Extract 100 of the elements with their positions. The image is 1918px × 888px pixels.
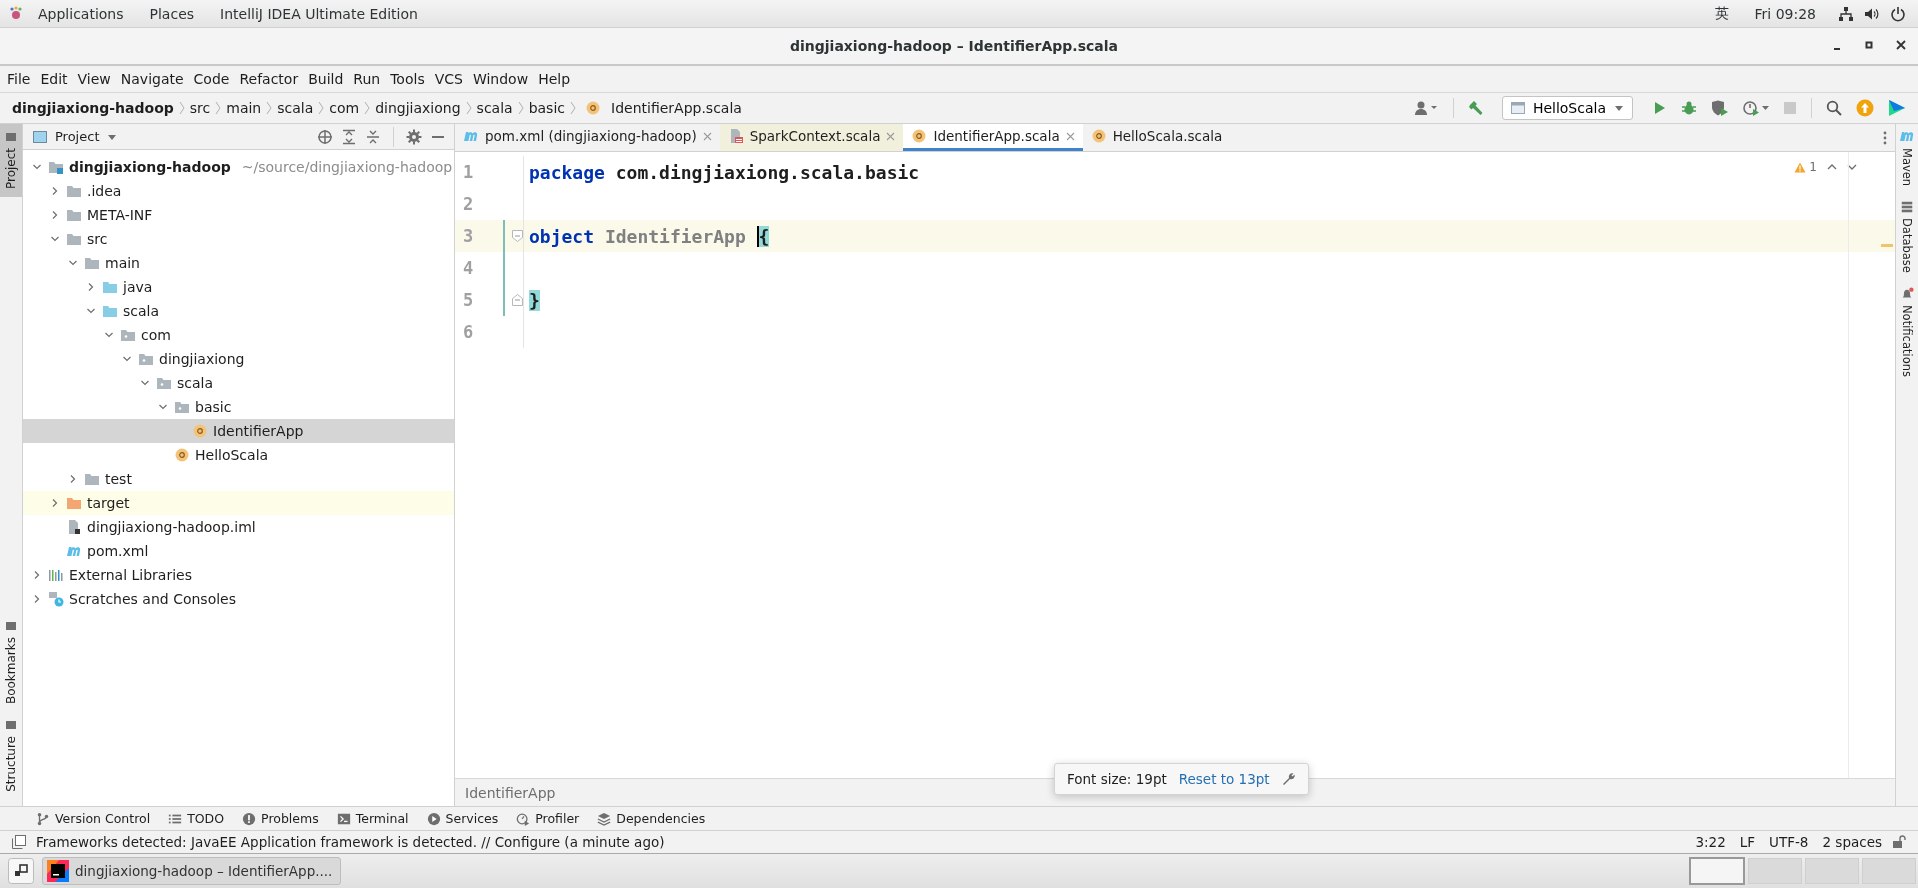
tool-window-button[interactable]: Dependencies <box>597 811 706 826</box>
power-icon[interactable] <box>1890 5 1906 22</box>
more-icon[interactable] <box>1883 130 1887 145</box>
menu-item[interactable]: View <box>72 71 116 87</box>
editor-tab[interactable]: pom.xml (dingjiaxiong-hadoop) <box>455 124 720 151</box>
search-icon[interactable] <box>1826 100 1842 116</box>
tree-item[interactable]: basic <box>23 395 454 419</box>
workspace-switcher[interactable] <box>1862 858 1916 884</box>
caret-icon[interactable] <box>107 132 118 141</box>
tree-item[interactable]: Scratches and Consoles <box>23 587 454 611</box>
breadcrumb-item[interactable]: basic <box>528 100 565 116</box>
fold-marker-icon[interactable] <box>511 294 523 306</box>
menu-item[interactable]: Code <box>188 71 235 87</box>
tool-window-tab[interactable]: Bookmarks <box>0 613 22 713</box>
breadcrumb-item[interactable]: src <box>189 100 211 116</box>
status-item[interactable]: UTF-8 <box>1769 834 1809 850</box>
clock[interactable]: Fri 09:28 <box>1750 5 1828 22</box>
workspace-switcher[interactable] <box>1748 858 1802 884</box>
tool-window-button[interactable]: TODO <box>168 811 225 826</box>
show-desktop-icon[interactable] <box>8 858 34 884</box>
tree-item[interactable]: dingjiaxiong-hadoop ~/source/dingjiaxiong-hadoop <box>23 155 454 179</box>
crosshair-icon[interactable] <box>317 128 333 145</box>
taskbar-window-button[interactable]: dingjiaxiong-hadoop – IdentifierApp.... <box>42 857 342 885</box>
menu-item[interactable]: File <box>2 71 36 87</box>
breadcrumb-item[interactable]: IdentifierApp <box>465 784 556 801</box>
network-icon[interactable] <box>1838 5 1854 22</box>
tree-item[interactable]: java <box>23 275 454 299</box>
warning-marker[interactable] <box>1881 244 1893 247</box>
breadcrumb-item[interactable]: scala <box>476 100 513 116</box>
tree-item[interactable]: test <box>23 467 454 491</box>
tool-window-tab[interactable]: Project <box>0 124 22 198</box>
menu-item[interactable]: Edit <box>35 71 73 87</box>
menu-item[interactable]: Run <box>348 71 386 87</box>
breadcrumb-item[interactable]: main <box>226 100 262 116</box>
desktop-menu[interactable]: Applications <box>34 5 136 22</box>
tree-item[interactable]: pom.xml <box>23 539 454 563</box>
tool-window-tab[interactable]: Notifications <box>1900 287 1914 377</box>
menu-item[interactable]: Window <box>467 71 534 87</box>
tree-item[interactable]: HelloScala <box>23 443 454 467</box>
status-message[interactable]: Frameworks detected: JavaEE Application framework is detected. // Configure (a minute ago) <box>36 834 665 850</box>
desktop-menu[interactable]: Places <box>145 5 207 22</box>
tree-item[interactable]: dingjiaxiong <box>23 347 454 371</box>
toolbox-logo-icon[interactable] <box>1888 99 1906 117</box>
input-method-indicator[interactable]: 英 <box>1710 4 1741 23</box>
settings-icon[interactable] <box>406 128 422 145</box>
tree-item[interactable]: main <box>23 251 454 275</box>
maximize-icon[interactable] <box>1864 40 1874 50</box>
menu-item[interactable]: VCS <box>429 71 468 87</box>
profile-run-icon[interactable] <box>1743 100 1769 116</box>
update-icon[interactable] <box>1856 99 1874 117</box>
tool-window-tab[interactable]: Maven <box>1899 128 1915 187</box>
tool-window-button[interactable]: Terminal <box>336 811 409 826</box>
tree-item[interactable]: External Libraries <box>23 563 454 587</box>
tool-window-button[interactable]: Problems <box>242 811 319 826</box>
tool-window-button[interactable]: Services <box>426 811 499 826</box>
tree-item[interactable]: META-INF <box>23 203 454 227</box>
menu-item[interactable]: Build <box>303 71 349 87</box>
status-item[interactable]: 2 spaces <box>1822 834 1882 850</box>
breadcrumb-item[interactable]: com <box>329 100 360 116</box>
tree-item[interactable]: src <box>23 227 454 251</box>
panel-toggle-icon[interactable] <box>12 835 26 849</box>
menu-item[interactable]: Help <box>533 71 576 87</box>
warning-count[interactable]: 1 <box>1794 160 1817 174</box>
tree-item[interactable]: dingjiaxiong-hadoop.iml <box>23 515 454 539</box>
fold-marker-icon[interactable] <box>511 230 523 242</box>
shield-run-icon[interactable] <box>1711 100 1729 116</box>
breadcrumb-item[interactable]: dingjiaxiong-hadoop <box>12 100 174 116</box>
panel-title-dropdown[interactable]: Project <box>55 129 100 144</box>
tool-window-tab[interactable]: Structure <box>0 712 22 800</box>
status-item[interactable]: LF <box>1739 834 1756 850</box>
breadcrumb-item[interactable]: scala <box>277 100 314 116</box>
tool-window-button[interactable]: Version Control <box>36 811 151 826</box>
menu-item[interactable]: Refactor <box>234 71 304 87</box>
tree-item[interactable]: com <box>23 323 454 347</box>
user-icon[interactable] <box>1414 100 1439 116</box>
editor-tab[interactable]: HelloScala.scala <box>1082 124 1231 151</box>
tree-item[interactable]: scala <box>23 299 454 323</box>
breadcrumb-item[interactable]: IdentifierApp.scala <box>611 100 742 116</box>
breadcrumb-item[interactable]: dingjiaxiong <box>375 100 461 116</box>
workspace-switcher[interactable] <box>1689 857 1745 885</box>
menu-item[interactable]: Tools <box>385 71 430 87</box>
status-item[interactable]: 3:22 <box>1695 834 1726 850</box>
collapse-all-icon[interactable] <box>365 128 381 145</box>
editor-tab[interactable]: IdentifierApp.scala <box>903 124 1083 151</box>
bug-icon[interactable] <box>1681 100 1697 116</box>
tree-item[interactable]: .idea <box>23 179 454 203</box>
tree-item[interactable]: target <box>23 491 454 515</box>
tree-item[interactable]: IdentifierApp <box>23 419 454 443</box>
hammer-icon[interactable] <box>1467 100 1484 116</box>
lock-icon[interactable] <box>1892 835 1906 849</box>
tree-item[interactable]: scala <box>23 371 454 395</box>
workspace-switcher[interactable] <box>1805 858 1859 884</box>
tool-window-button[interactable]: Profiler <box>516 811 580 826</box>
run-configuration-dropdown[interactable]: HelloScala <box>1501 96 1633 120</box>
desktop-menu[interactable]: IntelliJ IDEA Ultimate Edition <box>216 5 430 22</box>
expand-all-icon[interactable] <box>341 128 357 145</box>
editor-tab[interactable]: SparkContext.scala <box>719 124 904 151</box>
wrench-icon[interactable] <box>1281 772 1296 786</box>
tool-window-tab[interactable]: Database <box>1900 200 1914 273</box>
reset-link[interactable]: Reset to 13pt <box>1178 771 1270 787</box>
